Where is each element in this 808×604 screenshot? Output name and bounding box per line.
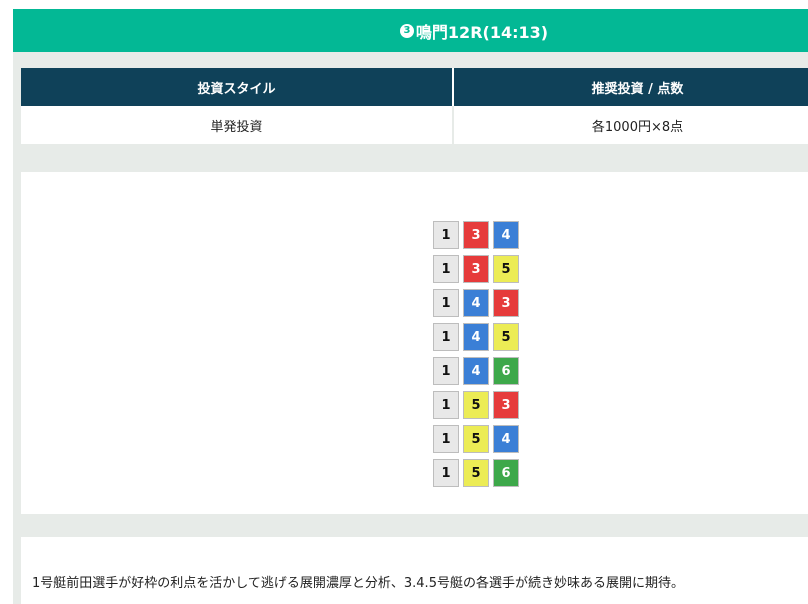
boat-number: 3 (493, 289, 519, 317)
boat-number: 1 (433, 357, 459, 385)
combination-row: 146 (433, 357, 523, 387)
table-row: 単発投資 各1000円×8点 (21, 106, 808, 144)
combination-row: 156 (433, 459, 523, 489)
race-header: 3 鳴門12R(14:13) (13, 9, 808, 52)
combination-list: 134135143145146153154156 (433, 221, 523, 493)
comment-panel: 1号艇前田選手が好枠の利点を活かして逃げる展開濃厚と分析、3.4.5号艇の各選手… (21, 537, 808, 604)
combination-panel: 134135143145146153154156 (21, 172, 808, 514)
boat-number: 5 (463, 391, 489, 419)
boat-number: 6 (493, 357, 519, 385)
boat-number: 3 (463, 221, 489, 249)
page: 3 鳴門12R(14:13) 投資スタイル 推奨投資 / 点数 単発投資 各10… (0, 0, 808, 604)
combination-row: 154 (433, 425, 523, 455)
boat-number: 3 (463, 255, 489, 283)
boat-number: 5 (493, 323, 519, 351)
boat-number: 1 (433, 425, 459, 453)
boat-number: 5 (463, 459, 489, 487)
boat-number: 1 (433, 289, 459, 317)
race-title-group: 3 鳴門12R(14:13) (399, 19, 549, 43)
boat-number: 5 (493, 255, 519, 283)
header-recommended-investment: 推奨投資 / 点数 (453, 68, 808, 106)
table-header-row: 投資スタイル 推奨投資 / 点数 (21, 68, 808, 106)
boat-number: 4 (493, 425, 519, 453)
bet-style-table: 投資スタイル 推奨投資 / 点数 単発投資 各1000円×8点 (21, 68, 808, 144)
race-number-icon: 3 (399, 23, 414, 38)
analysis-comment: 1号艇前田選手が好枠の利点を活かして逃げる展開濃厚と分析、3.4.5号艇の各選手… (32, 576, 684, 591)
boat-number: 4 (463, 357, 489, 385)
left-edge (0, 0, 13, 604)
race-title: 鳴門12R(14:13) (415, 22, 549, 42)
header-investment-style: 投資スタイル (21, 68, 454, 106)
cell-investment-style: 単発投資 (21, 106, 454, 144)
boat-number: 1 (433, 459, 459, 487)
combination-row: 145 (433, 323, 523, 353)
boat-number: 6 (493, 459, 519, 487)
combination-row: 153 (433, 391, 523, 421)
boat-number: 4 (463, 289, 489, 317)
boat-number: 1 (433, 391, 459, 419)
combination-row: 143 (433, 289, 523, 319)
boat-number: 1 (433, 323, 459, 351)
boat-number: 3 (493, 391, 519, 419)
boat-number: 5 (463, 425, 489, 453)
boat-number: 1 (433, 221, 459, 249)
combination-row: 134 (433, 221, 523, 251)
boat-number: 4 (463, 323, 489, 351)
boat-number: 1 (433, 255, 459, 283)
boat-number: 4 (493, 221, 519, 249)
cell-recommended-investment: 各1000円×8点 (453, 106, 808, 144)
combination-row: 135 (433, 255, 523, 285)
